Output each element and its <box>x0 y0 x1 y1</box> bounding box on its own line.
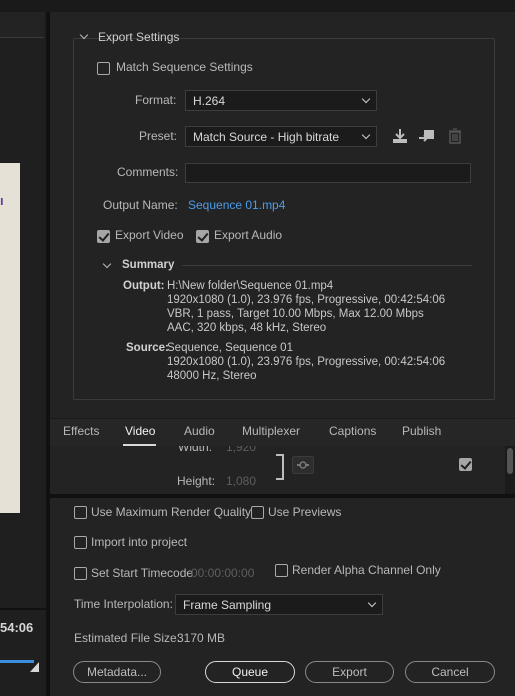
height-label: Height: <box>177 474 216 488</box>
export-audio-label: Export Audio <box>214 228 283 242</box>
comments-label: Comments: <box>117 165 179 179</box>
export-video-label: Export Video <box>115 228 184 242</box>
tab-multiplexer[interactable]: Multiplexer <box>242 424 300 438</box>
time-interpolation-dropdown[interactable]: Frame Sampling <box>175 594 383 615</box>
preset-dropdown[interactable]: Match Source - High bitrate <box>185 126 377 147</box>
summary-source-label: Source: <box>126 342 169 354</box>
time-interpolation-value: Frame Sampling <box>183 598 272 612</box>
summary-output-line: AAC, 320 kbps, 48 kHz, Stereo <box>167 322 327 334</box>
format-label: Format: <box>135 93 177 107</box>
summary-source-line: 1920x1080 (1.0), 23.976 fps, Progressive… <box>167 356 446 368</box>
summary-heading: Summary <box>122 259 175 271</box>
estimated-size-label: Estimated File Size: <box>74 631 181 645</box>
output-name-link[interactable]: Sequence 01.mp4 <box>188 198 285 212</box>
export-button[interactable]: Export <box>305 661 394 683</box>
comments-input[interactable] <box>185 163 471 183</box>
preview-content-mark: ı <box>0 193 4 208</box>
queue-button[interactable]: Queue <box>205 661 295 683</box>
section-divider[interactable] <box>50 494 515 498</box>
playhead-handle[interactable] <box>30 662 39 672</box>
settings-pane: Export Settings Match Sequence Settings … <box>50 12 515 696</box>
window-top-bar <box>0 0 515 12</box>
time-interpolation-label: Time Interpolation: <box>74 597 173 611</box>
video-settings-area: Width: 1,920 Height: 1,080 <box>50 446 515 494</box>
summary-output-line: H:\New folder\Sequence 01.mp4 <box>167 280 334 292</box>
set-start-timecode-label: Set Start Timecode <box>91 566 194 580</box>
tab-effects[interactable]: Effects <box>63 424 99 438</box>
import-into-project-checkbox[interactable] <box>74 536 87 549</box>
metadata-button[interactable]: Metadata... <box>73 661 161 683</box>
export-settings-window: ı 54:06 Export Settings Match Sequence S… <box>0 0 515 696</box>
scrollbar-thumb[interactable] <box>507 448 513 474</box>
width-value[interactable]: 1,920 <box>226 446 256 454</box>
summary-output-label: Output: <box>123 280 165 292</box>
preset-value: Match Source - High bitrate <box>193 130 340 144</box>
playhead-progress-bar[interactable] <box>0 660 34 663</box>
render-alpha-checkbox[interactable] <box>275 564 288 577</box>
max-render-quality-label: Use Maximum Render Quality <box>91 505 252 519</box>
set-start-timecode-checkbox[interactable] <box>74 567 87 580</box>
tab-video[interactable]: Video <box>125 424 155 438</box>
settings-tabs: Effects Video Audio Multiplexer Captions… <box>50 424 515 444</box>
checkbox-icon[interactable] <box>459 458 472 471</box>
summary-output-line: 1920x1080 (1.0), 23.976 fps, Progressive… <box>167 294 446 306</box>
preview-divider <box>0 608 46 610</box>
preview-timecode: 54:06 <box>0 620 34 635</box>
import-preset-icon[interactable] <box>418 127 436 145</box>
export-settings-heading: Export Settings <box>98 30 180 44</box>
tab-captions[interactable]: Captions <box>329 424 376 438</box>
format-dropdown[interactable]: H.264 <box>185 90 377 111</box>
preset-label: Preset: <box>139 129 178 143</box>
start-timecode-value[interactable]: 00:00:00:00 <box>191 566 254 580</box>
render-alpha-label: Render Alpha Channel Only <box>292 563 441 577</box>
chevron-down-icon <box>361 94 371 104</box>
cancel-button[interactable]: Cancel <box>405 661 495 683</box>
summary-output-line: VBR, 1 pass, Target 10.00 Mbps, Max 12.0… <box>167 308 424 320</box>
delete-preset-icon[interactable] <box>446 127 464 145</box>
tab-publish[interactable]: Publish <box>402 424 441 438</box>
summary-source-line: Sequence, Sequence 01 <box>167 342 293 354</box>
export-audio-checkbox[interactable] <box>196 230 209 243</box>
output-name-label: Output Name: <box>103 198 178 212</box>
chevron-down-icon <box>367 598 377 608</box>
import-into-project-label: Import into project <box>91 535 188 549</box>
use-previews-label: Use Previews <box>268 505 342 519</box>
width-label: Width: <box>178 446 213 454</box>
summary-rule <box>182 265 472 266</box>
max-render-quality-checkbox[interactable] <box>74 506 87 519</box>
tab-audio[interactable]: Audio <box>184 424 215 438</box>
export-video-checkbox[interactable] <box>97 230 110 243</box>
chevron-down-icon <box>361 130 371 140</box>
match-sequence-label: Match Sequence Settings <box>116 60 253 74</box>
aspect-link-bracket <box>276 454 284 480</box>
estimated-size-value: 3170 MB <box>177 631 226 645</box>
preview-frame <box>0 163 20 513</box>
link-icon[interactable] <box>292 456 314 474</box>
height-value[interactable]: 1,080 <box>226 474 256 488</box>
source-preview-pane: ı 54:06 <box>0 0 515 696</box>
format-value: H.264 <box>193 94 226 108</box>
match-sequence-checkbox[interactable] <box>97 62 110 75</box>
preview-tab-strip <box>0 12 44 38</box>
use-previews-checkbox[interactable] <box>251 506 264 519</box>
summary-source-line: 48000 Hz, Stereo <box>167 370 257 382</box>
save-preset-icon[interactable] <box>391 127 409 145</box>
